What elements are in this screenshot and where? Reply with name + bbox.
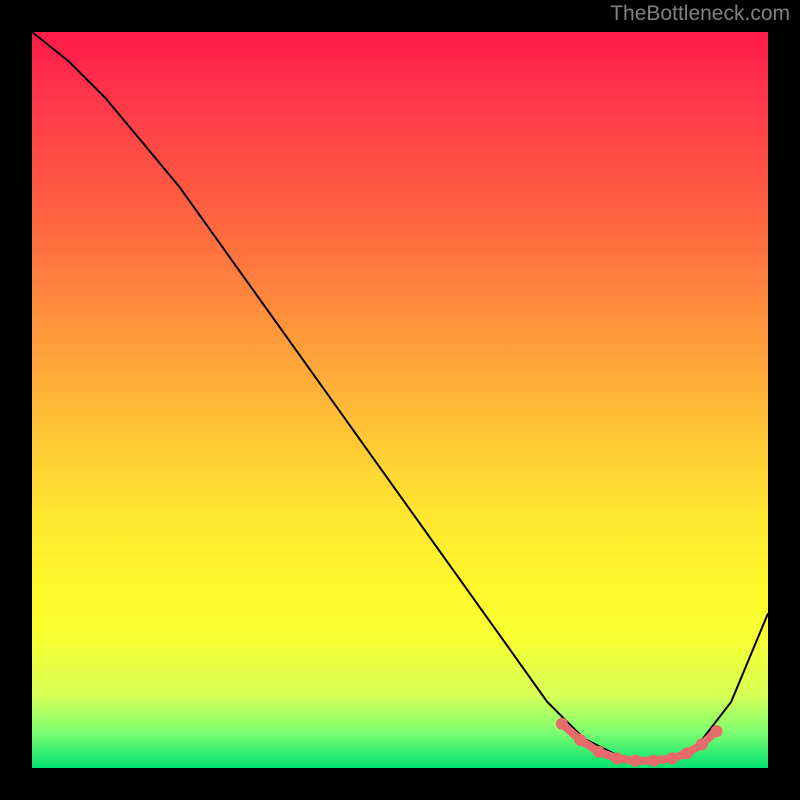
- chart-svg: [32, 32, 768, 768]
- optimal-zone-marker-line: [562, 724, 717, 761]
- chart-container: TheBottleneck.com: [0, 0, 800, 800]
- attribution-text: TheBottleneck.com: [610, 2, 790, 26]
- bottleneck-curve-line: [32, 32, 768, 761]
- plot-area: [32, 32, 768, 768]
